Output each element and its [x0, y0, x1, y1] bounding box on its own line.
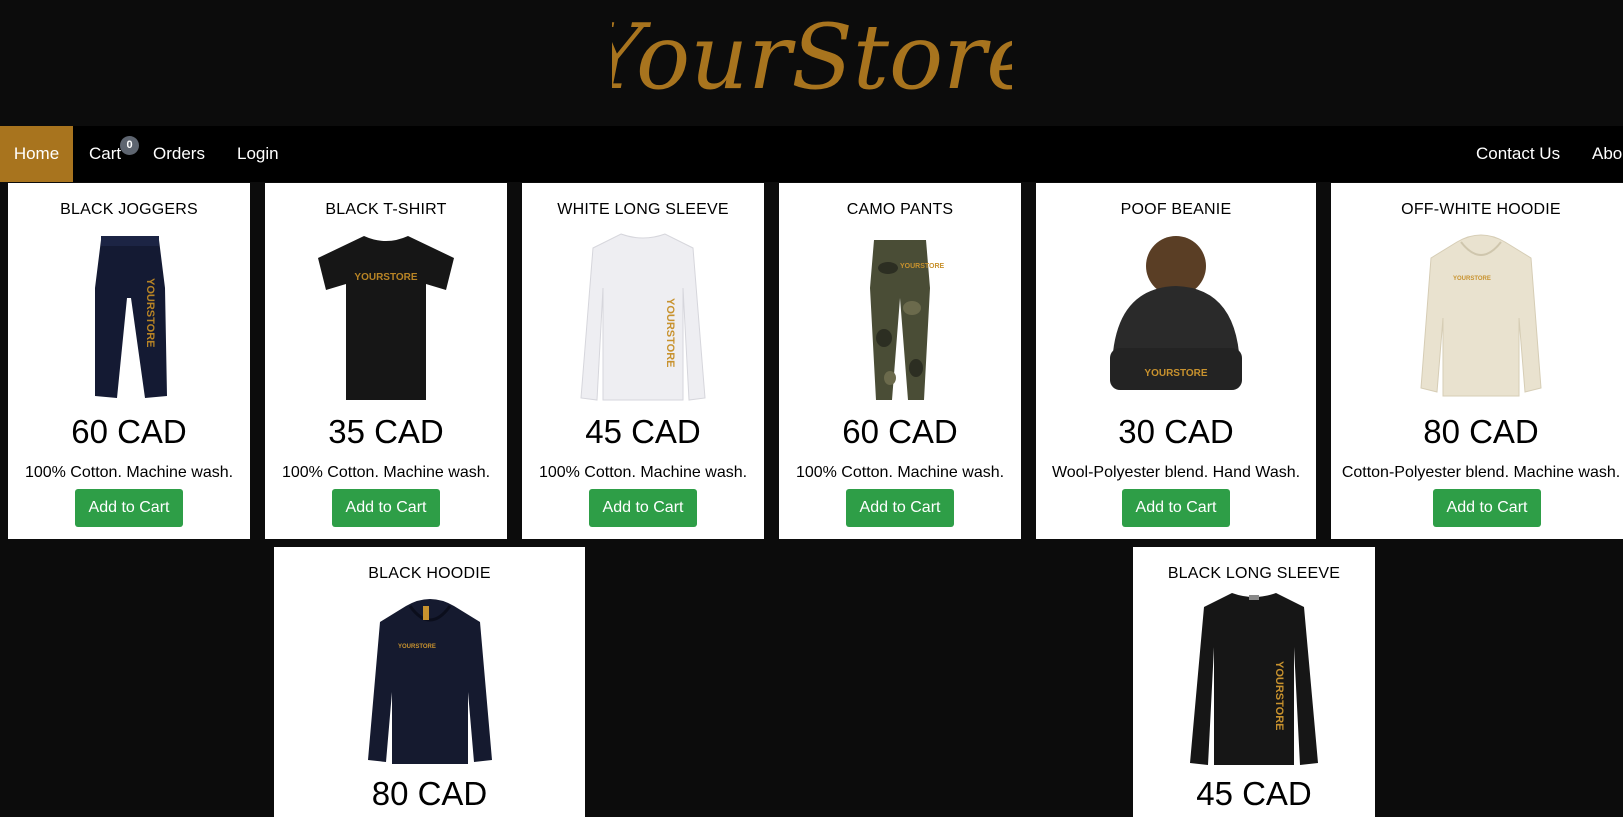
- site-header: YourStore: [0, 0, 1623, 126]
- svg-text:YOURSTORE: YOURSTORE: [354, 272, 417, 283]
- camo-pants-image: YOURSTORE: [779, 228, 1021, 418]
- product-description: 100% Cotton. Machine wash.: [795, 464, 1005, 481]
- beanie-image: YOURSTORE: [1036, 228, 1316, 418]
- main-nav: Home Cart 0 Orders Login Contact Us Abo: [0, 126, 1623, 182]
- product-title: BLACK JOGGERS: [60, 201, 198, 218]
- product-description: 100% Cotton. Machine wash.: [538, 464, 748, 481]
- svg-text:YOURSTORE: YOURSTORE: [398, 644, 436, 650]
- nav-contact-us[interactable]: Contact Us: [1476, 126, 1560, 182]
- product-card: OFF-WHITE HOODIE YOURSTORE 80 CAD Cotton…: [1331, 183, 1623, 539]
- product-card: WHITE LONG SLEEVE YOURSTORE 45 CAD 100% …: [522, 183, 764, 539]
- cart-count-badge: 0: [120, 136, 139, 155]
- product-price: 80 CAD: [1423, 413, 1539, 450]
- nav-cart[interactable]: Cart: [89, 126, 121, 182]
- svg-text:YourStore: YourStore: [612, 5, 1012, 110]
- product-title: BLACK HOODIE: [368, 565, 491, 582]
- svg-text:YOURSTORE: YOURSTORE: [900, 263, 945, 270]
- hoodie-image: YOURSTORE: [1331, 228, 1623, 418]
- long-sleeve-image: YOURSTORE: [1133, 587, 1375, 777]
- nav-orders[interactable]: Orders: [153, 126, 205, 182]
- nav-home[interactable]: Home: [0, 126, 73, 182]
- product-price: 60 CAD: [71, 413, 187, 450]
- nav-about[interactable]: Abo: [1592, 126, 1622, 182]
- svg-text:YOURSTORE: YOURSTORE: [144, 278, 156, 347]
- product-title: BLACK T-SHIRT: [325, 201, 447, 218]
- product-card: BLACK T-SHIRT YOURSTORE 35 CAD 100% Cott…: [265, 183, 507, 539]
- product-card: BLACK HOODIE YOURSTORE 80 CAD: [274, 547, 585, 817]
- product-title: BLACK LONG SLEEVE: [1167, 565, 1341, 582]
- product-card: POOF BEANIE YOURSTORE 30 CAD Wool-Polyes…: [1036, 183, 1316, 539]
- svg-text:YOURSTORE: YOURSTORE: [1273, 661, 1285, 730]
- add-to-cart-button[interactable]: Add to Cart: [1433, 489, 1541, 527]
- long-sleeve-image: YOURSTORE: [522, 228, 764, 418]
- product-price: 45 CAD: [585, 413, 701, 450]
- product-price: 60 CAD: [842, 413, 958, 450]
- product-description: Cotton-Polyester blend. Machine wash.: [1341, 464, 1621, 481]
- add-to-cart-button[interactable]: Add to Cart: [589, 489, 697, 527]
- product-price: 35 CAD: [328, 413, 444, 450]
- add-to-cart-button[interactable]: Add to Cart: [1122, 489, 1230, 527]
- product-description: Wool-Polyester blend. Hand Wash.: [1051, 464, 1301, 481]
- add-to-cart-button[interactable]: Add to Cart: [846, 489, 954, 527]
- svg-text:YOURSTORE: YOURSTORE: [664, 298, 676, 367]
- product-description: 100% Cotton. Machine wash.: [281, 464, 491, 481]
- product-card: CAMO PANTS YOURSTORE 60 CAD 100% Cotton.…: [779, 183, 1021, 539]
- joggers-image: YOURSTORE: [8, 228, 250, 418]
- nav-login[interactable]: Login: [237, 126, 279, 182]
- product-title: OFF-WHITE HOODIE: [1401, 201, 1561, 218]
- store-logo[interactable]: YourStore: [0, 0, 1623, 126]
- product-card: BLACK JOGGERS YOURSTORE 60 CAD 100% Cott…: [8, 183, 250, 539]
- svg-text:YOURSTORE: YOURSTORE: [1144, 368, 1207, 379]
- product-price: 30 CAD: [1118, 413, 1234, 450]
- add-to-cart-button[interactable]: Add to Cart: [75, 489, 183, 527]
- product-price: 80 CAD: [371, 775, 488, 812]
- product-title: CAMO PANTS: [846, 201, 954, 218]
- product-title: POOF BEANIE: [1120, 201, 1232, 218]
- product-card: BLACK LONG SLEEVE YOURSTORE 45 CAD: [1133, 547, 1375, 817]
- product-title: WHITE LONG SLEEVE: [557, 201, 729, 218]
- logo-wordmark: YourStore: [612, 5, 1012, 110]
- product-price: 45 CAD: [1196, 775, 1312, 812]
- product-description: 100% Cotton. Machine wash.: [24, 464, 234, 481]
- tshirt-image: YOURSTORE: [265, 228, 507, 418]
- hoodie-image: YOURSTORE: [274, 592, 585, 782]
- add-to-cart-button[interactable]: Add to Cart: [332, 489, 440, 527]
- svg-text:YOURSTORE: YOURSTORE: [1453, 276, 1491, 282]
